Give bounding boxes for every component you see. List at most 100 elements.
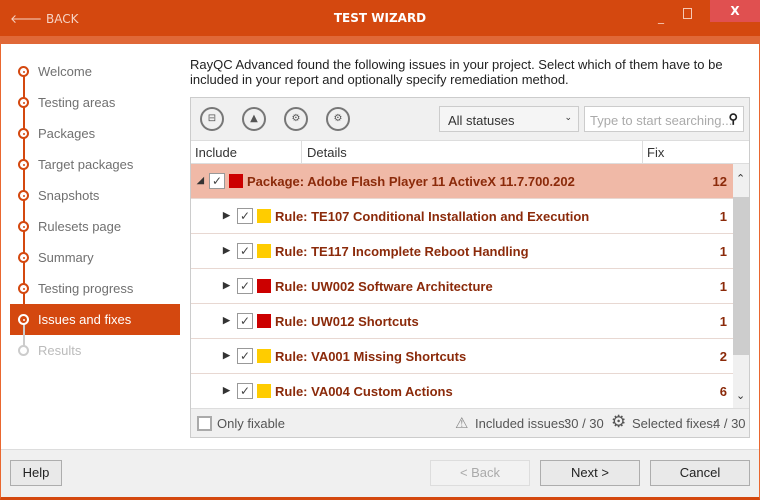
title-bar: 🡐 BACK TEST WIZARD _ X <box>0 0 760 36</box>
expand-arrow-icon[interactable]: ▶ <box>223 280 230 291</box>
severity-icon <box>257 209 271 223</box>
included-label: Included issues: <box>475 416 569 431</box>
wizard-steps: Welcome Testing areas Packages Target packa… <box>10 56 180 366</box>
wizard-step[interactable]: Issues and fixes <box>10 304 180 346</box>
cancel-button[interactable]: Cancel <box>650 460 750 486</box>
only-fixable-checkbox[interactable] <box>197 416 212 431</box>
expand-arrow-icon[interactable]: ▶ <box>223 315 230 326</box>
fix-apply-icon[interactable]: ⚙ <box>326 107 350 131</box>
title-strip <box>0 36 760 44</box>
back-button[interactable]: < Back <box>430 460 530 486</box>
step-label: Rulesets page <box>38 219 122 234</box>
fix-count: 1 <box>719 244 727 259</box>
rule-row[interactable]: ▶ ✓ Rule: UW002 Software Architecture 1 <box>191 269 733 304</box>
fixes-label: Selected fixes: <box>632 416 717 431</box>
step-label: Results <box>38 343 82 358</box>
step-circle-icon <box>18 221 29 232</box>
expand-arrow-icon[interactable]: ▶ <box>223 350 230 361</box>
fix-count: 2 <box>719 349 727 364</box>
wizard-step[interactable]: Packages <box>10 118 180 160</box>
rule-label: Rule: VA004 Custom Actions <box>275 384 453 399</box>
rule-label: Rule: TE107 Conditional Installation and… <box>275 209 590 224</box>
step-label: Target packages <box>38 157 134 172</box>
include-checkbox[interactable]: ✓ <box>237 243 253 259</box>
button-bar: Help < Back Next > Cancel <box>1 449 759 497</box>
wizard-step[interactable]: Summary <box>10 242 180 284</box>
search-icon[interactable]: ⚲ <box>728 111 738 127</box>
expand-arrow-icon[interactable]: ▶ <box>223 245 230 256</box>
chevron-down-icon: ⌄ <box>564 112 572 122</box>
expand-arrow-icon[interactable]: ▶ <box>223 385 230 396</box>
fixes-count: 4 / 30 <box>713 416 746 431</box>
only-fixable-label[interactable]: Only fixable <box>217 416 285 431</box>
step-label: Snapshots <box>38 188 100 203</box>
step-circle-icon <box>18 66 29 77</box>
rule-label: Rule: TE117 Incomplete Reboot Handling <box>275 244 529 259</box>
column-include[interactable]: Include <box>195 145 237 160</box>
rule-row[interactable]: ▶ ✓ Rule: TE107 Conditional Installation… <box>191 199 733 234</box>
step-label: Summary <box>38 250 94 265</box>
status-filter-select[interactable]: All statuses ⌄ <box>439 106 579 132</box>
issues-grid: ⊟ ▲ ⚙ ⚙ All statuses ⌄ Type to start sear… <box>190 97 750 438</box>
severity-icon <box>257 279 271 293</box>
rule-row[interactable]: ▶ ✓ Rule: UW012 Shortcuts 1 <box>191 304 733 339</box>
warning-icon: ⚠ <box>455 415 469 432</box>
column-fix[interactable]: Fix <box>647 145 664 160</box>
minimize-button[interactable]: _ <box>658 10 664 24</box>
column-divider[interactable] <box>301 141 302 164</box>
collapse-icon[interactable]: ◢ <box>197 175 204 186</box>
severity-icon <box>257 384 271 398</box>
status-filter-value: All statuses <box>448 113 515 128</box>
include-checkbox[interactable]: ✓ <box>237 348 253 364</box>
expand-icon[interactable]: ▲ <box>242 107 266 131</box>
rule-label: Rule: UW002 Software Architecture <box>275 279 493 294</box>
step-circle-icon <box>18 128 29 139</box>
step-label: Testing progress <box>38 281 134 296</box>
wizard-step[interactable]: Testing areas <box>10 87 180 129</box>
package-row[interactable]: ◢ ✓ Package: Adobe Flash Player 11 Activ… <box>191 164 733 199</box>
include-checkbox[interactable]: ✓ <box>237 278 253 294</box>
column-details[interactable]: Details <box>307 145 347 160</box>
group-icon[interactable]: ⊟ <box>200 107 224 131</box>
include-checkbox[interactable]: ✓ <box>237 313 253 329</box>
fix-count: 1 <box>719 209 727 224</box>
wizard-step[interactable]: Target packages <box>10 149 180 191</box>
wizard-step[interactable]: Welcome <box>10 56 180 98</box>
scrollbar-thumb[interactable] <box>733 197 749 355</box>
rule-label: Rule: UW012 Shortcuts <box>275 314 419 329</box>
rule-row[interactable]: ▶ ✓ Rule: VA004 Custom Actions 6 <box>191 374 733 409</box>
next-button[interactable]: Next > <box>540 460 640 486</box>
fix-count: 1 <box>719 279 727 294</box>
chevron-down-icon[interactable]: ⌄ <box>736 389 745 402</box>
severity-icon <box>257 314 271 328</box>
fix-count: 1 <box>719 314 727 329</box>
fix-settings-icon[interactable]: ⚙ <box>284 107 308 131</box>
step-circle-icon <box>18 252 29 263</box>
include-checkbox[interactable]: ✓ <box>209 173 225 189</box>
fix-count: 6 <box>719 384 727 399</box>
scrollbar[interactable]: ⌃ ⌄ <box>733 164 749 408</box>
step-circle-icon <box>18 283 29 294</box>
severity-icon <box>257 244 271 258</box>
include-checkbox[interactable]: ✓ <box>237 383 253 399</box>
window-title: TEST WIZARD <box>333 11 427 25</box>
rule-row[interactable]: ▶ ✓ Rule: TE117 Incomplete Reboot Handli… <box>191 234 733 269</box>
grid-footer: Only fixable ⚠ Included issues: 30 / 30 … <box>191 408 749 437</box>
expand-arrow-icon[interactable]: ▶ <box>223 210 230 221</box>
search-placeholder: Type to start searching... <box>590 113 733 128</box>
maximize-button[interactable] <box>683 8 692 19</box>
rule-row[interactable]: ▶ ✓ Rule: VA001 Missing Shortcuts 2 <box>191 339 733 374</box>
step-circle-icon <box>18 159 29 170</box>
wizard-step[interactable]: Rulesets page <box>10 211 180 253</box>
gear-icon: ⚙ <box>611 412 627 431</box>
column-divider[interactable] <box>642 141 643 164</box>
step-circle-icon <box>18 314 29 325</box>
search-input[interactable]: Type to start searching... ⚲ <box>584 106 744 132</box>
help-button[interactable]: Help <box>10 460 62 486</box>
chevron-up-icon[interactable]: ⌃ <box>736 172 745 185</box>
wizard-step[interactable]: Testing progress <box>10 273 180 315</box>
wizard-step[interactable]: Snapshots <box>10 180 180 222</box>
wizard-step: Results <box>10 335 180 366</box>
close-button[interactable]: X <box>710 0 760 22</box>
include-checkbox[interactable]: ✓ <box>237 208 253 224</box>
